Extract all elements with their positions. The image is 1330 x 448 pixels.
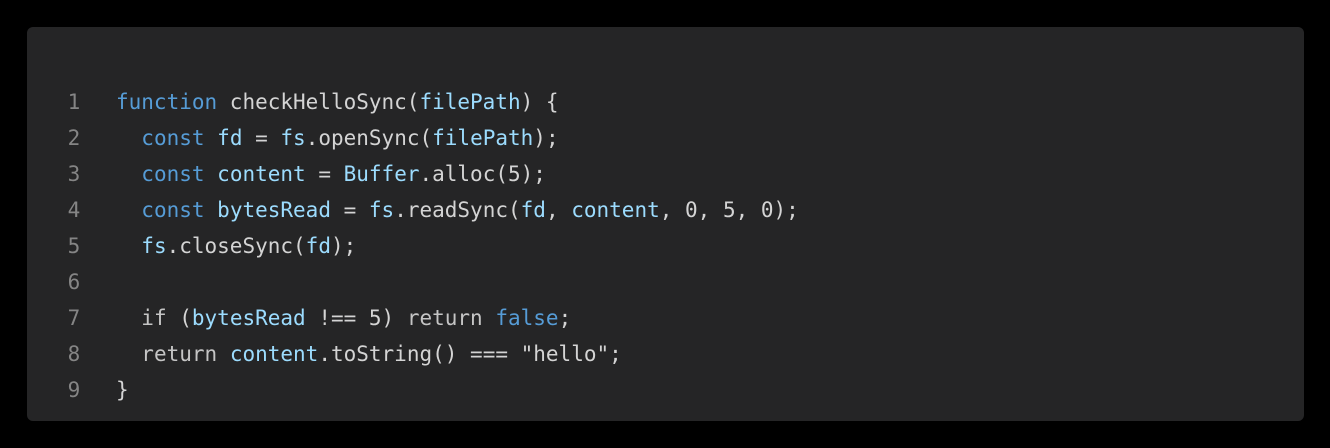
line-number: 5 xyxy=(67,234,81,258)
code-block: 1 function checkHelloSync(filePath) {2 co… xyxy=(27,84,1304,408)
code-token: Buffer xyxy=(343,162,420,186)
code-token: content xyxy=(217,162,306,186)
code-token: "hello" xyxy=(520,342,610,366)
code-line: 9} xyxy=(27,372,1304,408)
code-token: return xyxy=(406,306,483,330)
line-number: 1 xyxy=(67,90,81,114)
code-line-content: fs.closeSync(fd); xyxy=(116,228,356,264)
code-token: content xyxy=(571,198,660,222)
line-number: 9 xyxy=(67,378,81,402)
code-token: = xyxy=(305,162,344,186)
code-line-content: const bytesRead = fs.readSync(fd, conten… xyxy=(116,192,799,228)
code-token: ( xyxy=(166,306,192,330)
code-line: 5 fs.closeSync(fd); xyxy=(27,228,1304,264)
line-number: 3 xyxy=(67,162,81,186)
line-number: 6 xyxy=(67,270,81,294)
code-token: .alloc(5); xyxy=(419,162,546,186)
code-line: 6 xyxy=(27,264,1304,300)
code-token: if xyxy=(141,306,167,330)
code-token: .readSync( xyxy=(394,198,521,222)
code-token: ; xyxy=(558,306,572,330)
code-token: bytesRead xyxy=(217,198,331,222)
code-token: fd xyxy=(217,126,243,150)
code-line-content: return content.toString() === "hello"; xyxy=(116,336,622,372)
code-token: checkHelloSync( xyxy=(217,90,420,114)
line-number: 4 xyxy=(67,198,81,222)
code-token: ) { xyxy=(520,90,559,114)
code-line-content: if (bytesRead !== 5) return false; xyxy=(116,300,571,336)
code-token: fs xyxy=(280,126,306,150)
code-token: fs xyxy=(141,234,167,258)
code-token: return xyxy=(141,342,218,366)
code-token: const xyxy=(141,162,205,186)
code-line: 7 if (bytesRead !== 5) return false; xyxy=(27,300,1304,336)
line-number: 8 xyxy=(67,342,81,366)
code-token: fd xyxy=(520,198,546,222)
code-snippet-panel: 1 function checkHelloSync(filePath) {2 co… xyxy=(27,27,1304,421)
code-token: } xyxy=(116,378,129,402)
code-token: !== 5) xyxy=(305,306,407,330)
code-line-content: function checkHelloSync(filePath) { xyxy=(116,84,559,120)
code-token: filePath xyxy=(419,90,521,114)
code-token: false xyxy=(495,306,559,330)
code-token: function xyxy=(116,90,218,114)
code-token: = xyxy=(330,198,369,222)
code-token: content xyxy=(229,342,319,366)
line-number: 7 xyxy=(67,306,81,330)
code-token: ; xyxy=(609,342,622,366)
code-token: .closeSync( xyxy=(166,234,306,258)
code-line: 1 function checkHelloSync(filePath) { xyxy=(27,84,1304,120)
code-line: 2 const fd = fs.openSync(filePath); xyxy=(27,120,1304,156)
code-token: = xyxy=(242,126,281,150)
code-token: , xyxy=(545,198,572,222)
code-token: const xyxy=(141,126,205,150)
code-token: ); xyxy=(330,234,357,258)
code-token: fd xyxy=(305,234,331,258)
code-token: .openSync( xyxy=(305,126,433,150)
code-line-content: } xyxy=(116,372,129,408)
code-token: filePath xyxy=(432,126,534,150)
code-line-content: const fd = fs.openSync(filePath); xyxy=(116,120,559,156)
code-line: 4 const bytesRead = fs.readSync(fd, cont… xyxy=(27,192,1304,228)
code-line-content: const content = Buffer.alloc(5); xyxy=(116,156,546,192)
code-token: , 0, 5, 0); xyxy=(659,198,799,222)
code-line: 8 return content.toString() === "hello"; xyxy=(27,336,1304,372)
line-number: 2 xyxy=(67,126,81,150)
code-token: bytesRead xyxy=(191,306,306,330)
code-token: ); xyxy=(533,126,559,150)
code-token: .toString() === xyxy=(318,342,521,366)
code-token: const xyxy=(141,198,205,222)
code-line: 3 const content = Buffer.alloc(5); xyxy=(27,156,1304,192)
code-token: fs xyxy=(368,198,395,222)
